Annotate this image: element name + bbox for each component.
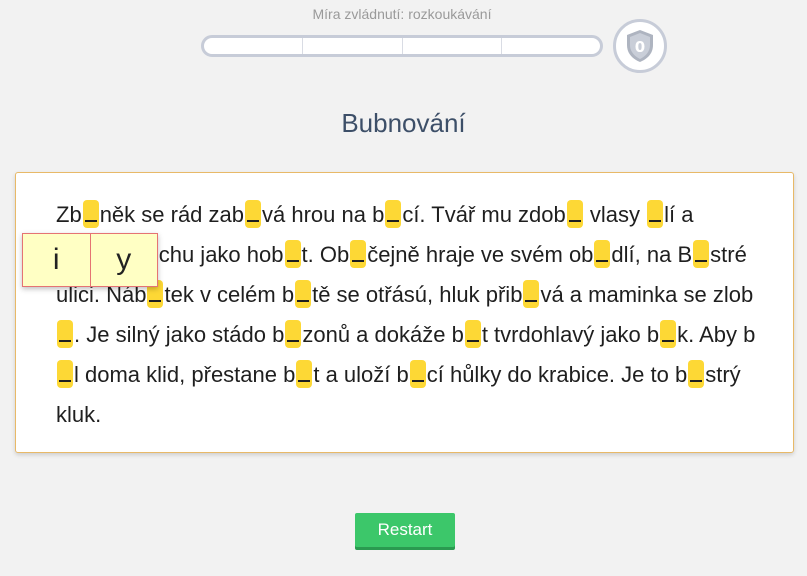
- text-segment: tě se otřású, hluk přib: [312, 282, 523, 307]
- mastery-progress-bar: [201, 35, 603, 57]
- shield-icon: 0: [627, 30, 653, 62]
- blank-gap[interactable]: [295, 280, 312, 308]
- text-segment: Zb: [56, 202, 82, 227]
- blank-gap[interactable]: [647, 200, 664, 228]
- blank-gap[interactable]: [464, 320, 481, 348]
- progress-segment: [403, 38, 502, 54]
- page-title: Bubnování: [341, 108, 466, 138]
- blank-gap[interactable]: [82, 200, 99, 228]
- blank-gap[interactable]: [284, 240, 301, 268]
- text-segment: cí. Tvář mu zdob: [402, 202, 566, 227]
- mastery-badge: 0: [613, 19, 667, 73]
- text-segment: vá hrou na b: [262, 202, 385, 227]
- blank-gap[interactable]: [285, 320, 302, 348]
- badge-value: 0: [635, 38, 645, 56]
- blank-gap[interactable]: [409, 360, 426, 388]
- text-segment: čejně hraje ve svém ob: [367, 242, 594, 267]
- blank-gap[interactable]: [57, 360, 73, 388]
- text-segment: . Je silný jako stádo b: [74, 322, 285, 347]
- text-segment: t tvrdohlavý jako b: [481, 322, 660, 347]
- text-segment: zonů a dokáže b: [302, 322, 464, 347]
- blank-gap[interactable]: [566, 200, 583, 228]
- text-segment: l doma klid, přestane b: [74, 362, 296, 387]
- blank-gap[interactable]: [660, 320, 677, 348]
- blank-gap[interactable]: [350, 240, 367, 268]
- letter-choice-popup: i y: [22, 233, 158, 287]
- text-segment: vlasy: [583, 202, 647, 227]
- text-segment: tek v celém b: [164, 282, 295, 307]
- progress-segment: [303, 38, 403, 54]
- blank-gap[interactable]: [523, 280, 540, 308]
- exercise-text: Zb něk se rád zab vá hrou na b cí. Tvář mu …: [56, 195, 766, 435]
- text-segment: t. Ob: [301, 242, 350, 267]
- blank-gap[interactable]: [245, 200, 261, 228]
- blank-gap[interactable]: [688, 360, 705, 388]
- mastery-label: Míra zvládnutí: rozkoukávání: [312, 6, 492, 22]
- progress-segment: [502, 38, 600, 54]
- blank-gap[interactable]: [296, 360, 313, 388]
- blank-gap[interactable]: [385, 200, 402, 228]
- blank-gap[interactable]: [693, 240, 710, 268]
- text-segment: něk se rád zab: [99, 202, 244, 227]
- restart-button[interactable]: Restart: [355, 513, 455, 547]
- blank-gap[interactable]: [594, 240, 611, 268]
- blank-gap[interactable]: [57, 320, 73, 348]
- progress-segment: [204, 38, 304, 54]
- text-segment: t a uloží b: [313, 362, 409, 387]
- text-segment: vá a maminka se zlob: [540, 282, 754, 307]
- choice-i-button[interactable]: i: [23, 234, 91, 286]
- text-segment: dlí, na B: [611, 242, 693, 267]
- choice-y-button[interactable]: y: [90, 234, 157, 286]
- text-segment: cí hůlky do krabice. Je to b: [426, 362, 688, 387]
- text-segment: k. Aby b: [677, 322, 756, 347]
